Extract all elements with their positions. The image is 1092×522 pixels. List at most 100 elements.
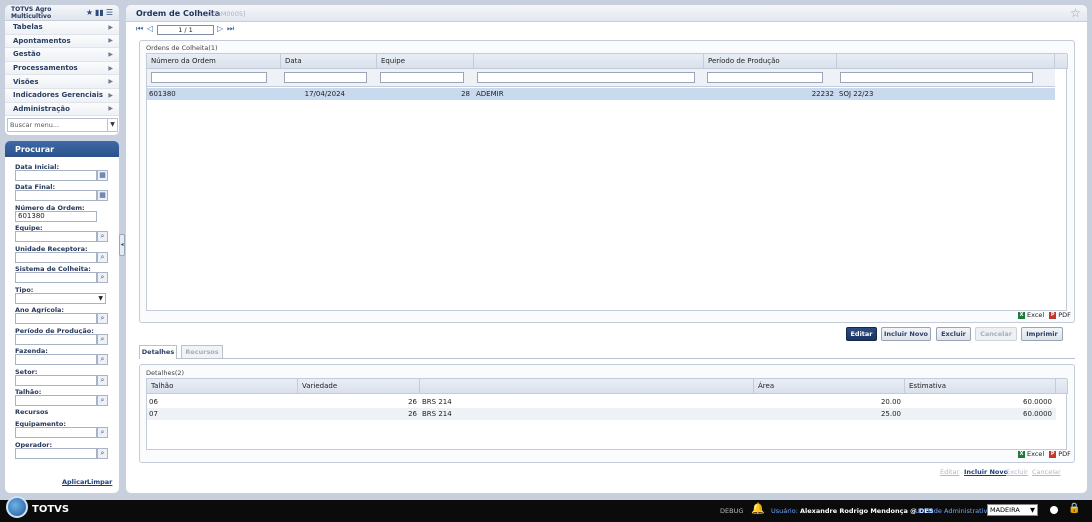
col-equipe-nome[interactable] [474,54,704,69]
fazenda-input[interactable] [15,354,97,365]
filter-data[interactable] [284,72,367,83]
pdf-icon[interactable]: P [1049,311,1057,319]
talhao-input[interactable] [15,395,97,406]
unit-select[interactable]: MADEIRA ▼ [987,504,1038,516]
col-talhao[interactable]: Talhão [147,379,298,394]
sistema-colheita-input[interactable] [15,272,97,283]
menu-item[interactable]: Tabelas ▶ [5,21,119,35]
cancel-button[interactable]: Cancelar [975,327,1017,341]
col-data[interactable]: Data [281,54,377,69]
equipe-input[interactable] [15,231,97,242]
col-variedade[interactable]: Variedade [298,379,420,394]
detail-edit-link[interactable]: Editar [940,468,959,476]
equipamento-input[interactable] [15,427,97,438]
numero-ordem-input[interactable]: 601380 [15,211,97,222]
unidade-receptora-input[interactable] [15,252,97,263]
search-icon[interactable]: ⌕ [97,313,108,324]
data-inicial-input[interactable] [15,170,97,181]
filter-periodo[interactable] [707,72,823,83]
table-row[interactable]: 07 26 BRS 214 25.00 60.0000 [147,408,1056,420]
col-periodo[interactable]: Período de Produção [704,54,837,69]
search-icon[interactable]: ⌕ [97,395,108,406]
menu-item[interactable]: Apontamentos ▶ [5,34,119,49]
clear-link[interactable]: Limpar [87,478,112,486]
status-bar: TOTVS DEBUG 🔔 Usuário: Alexandre Rodrigo… [0,496,1092,522]
col-area[interactable]: Área [754,379,905,394]
filter-equipe[interactable] [380,72,464,83]
excel-link[interactable]: Excel [1027,450,1044,458]
bell-icon[interactable]: 🔔 [751,502,765,515]
menu-item[interactable]: Processamentos ▶ [5,61,119,76]
detail-delete-link[interactable]: Excluir [1006,468,1028,476]
pdf-link[interactable]: PDF [1058,311,1071,319]
calendar-icon[interactable]: ▦ [97,170,108,181]
col-variedade-nome[interactable] [420,379,754,394]
search-icon[interactable]: ⌕ [97,231,108,242]
col-scroll [1055,54,1068,69]
page-indicator[interactable]: 1 / 1 [157,25,214,35]
search-icon[interactable]: ⌕ [97,354,108,365]
menu-item[interactable]: Indicadores Gerenciais ▶ [5,88,119,103]
menu-item-label: Gestão [13,50,41,59]
excel-icon[interactable]: X [1018,311,1025,319]
search-icon[interactable]: ⌕ [97,334,108,345]
next-page-icon[interactable]: ▷ [217,24,223,33]
edit-button[interactable]: Editar [846,327,877,341]
data-final-input[interactable] [15,190,97,201]
filter-equipe-nome[interactable] [477,72,695,83]
list-icon[interactable]: ☰ [106,8,113,17]
status-dot-icon[interactable] [1050,506,1058,514]
lock-icon[interactable]: 🔒 [1068,503,1080,514]
table-row[interactable]: 06 26 BRS 214 20.00 60.0000 [147,396,1056,408]
tab-recursos[interactable]: Recursos [181,345,223,358]
col-estimativa[interactable]: Estimativa [905,379,1056,394]
tab-detalhes[interactable]: Detalhes [139,345,177,359]
star-icon[interactable]: ★ [86,8,93,17]
menu-item-label: Indicadores Gerenciais [13,91,104,100]
excel-icon[interactable]: X [1018,450,1025,458]
periodo-producao-input[interactable] [15,334,97,345]
detail-add-new-link[interactable]: Incluir Novo [964,468,1008,476]
last-page-icon[interactable]: ⏭ [227,24,234,34]
excel-link[interactable]: Excel [1027,311,1044,319]
details-grid: Talhão Variedade Área Estimativa 06 26 B… [146,378,1068,450]
favorite-star-icon[interactable]: ☆ [1070,6,1081,20]
menu-search[interactable]: Buscar menu... ▼ [7,118,118,133]
menu-item[interactable]: Gestão ▶ [5,48,119,62]
cell-estimativa: 60.0000 [1023,410,1052,418]
cell-equipe-cod: 28 [461,90,470,98]
search-icon[interactable]: ⌕ [97,375,108,386]
filter-numero-ordem[interactable] [151,72,267,83]
menu-item[interactable]: Administração ▶ [5,102,119,117]
operador-input[interactable] [15,448,97,459]
collapse-sidebar-handle[interactable]: ◂ [119,234,125,256]
detail-cancel-link[interactable]: Cancelar [1032,468,1061,476]
search-icon[interactable]: ⌕ [97,427,108,438]
delete-button[interactable]: Excluir [936,327,971,341]
search-icon[interactable]: ⌕ [97,252,108,263]
menu-item-label: Tabelas [13,23,43,32]
chart-icon[interactable]: ▮▮ [95,8,104,17]
col-numero-ordem[interactable]: Número da Ordem [147,54,281,69]
tipo-select[interactable]: ▼ [15,293,106,304]
cell-talhao: 06 [149,398,158,406]
ano-agricola-input[interactable] [15,313,97,324]
search-icon[interactable]: ⌕ [97,448,108,459]
setor-input[interactable] [15,375,97,386]
pdf-link[interactable]: PDF [1058,450,1071,458]
table-row[interactable]: 601380 17/04/2024 28 ADEMIR 22232 SOJ 22… [147,88,1055,100]
menu-item[interactable]: Visões ▶ [5,75,119,89]
first-page-icon[interactable]: ⏮ [136,24,143,34]
search-icon[interactable]: ⌕ [97,272,108,283]
filter-periodo-nome[interactable] [840,72,1033,83]
col-equipe[interactable]: Equipe [377,54,474,69]
chevron-down-icon[interactable]: ▼ [107,119,117,132]
prev-page-icon[interactable]: ◁ [147,24,153,33]
col-periodo-nome[interactable] [837,54,1055,69]
add-new-button[interactable]: Incluir Novo [881,327,931,341]
print-button[interactable]: Imprimir [1021,327,1063,341]
menu-search-input[interactable]: Buscar menu... [8,121,107,129]
apply-link[interactable]: Aplicar [62,478,88,486]
pdf-icon[interactable]: P [1049,450,1057,458]
calendar-icon[interactable]: ▦ [97,190,108,201]
